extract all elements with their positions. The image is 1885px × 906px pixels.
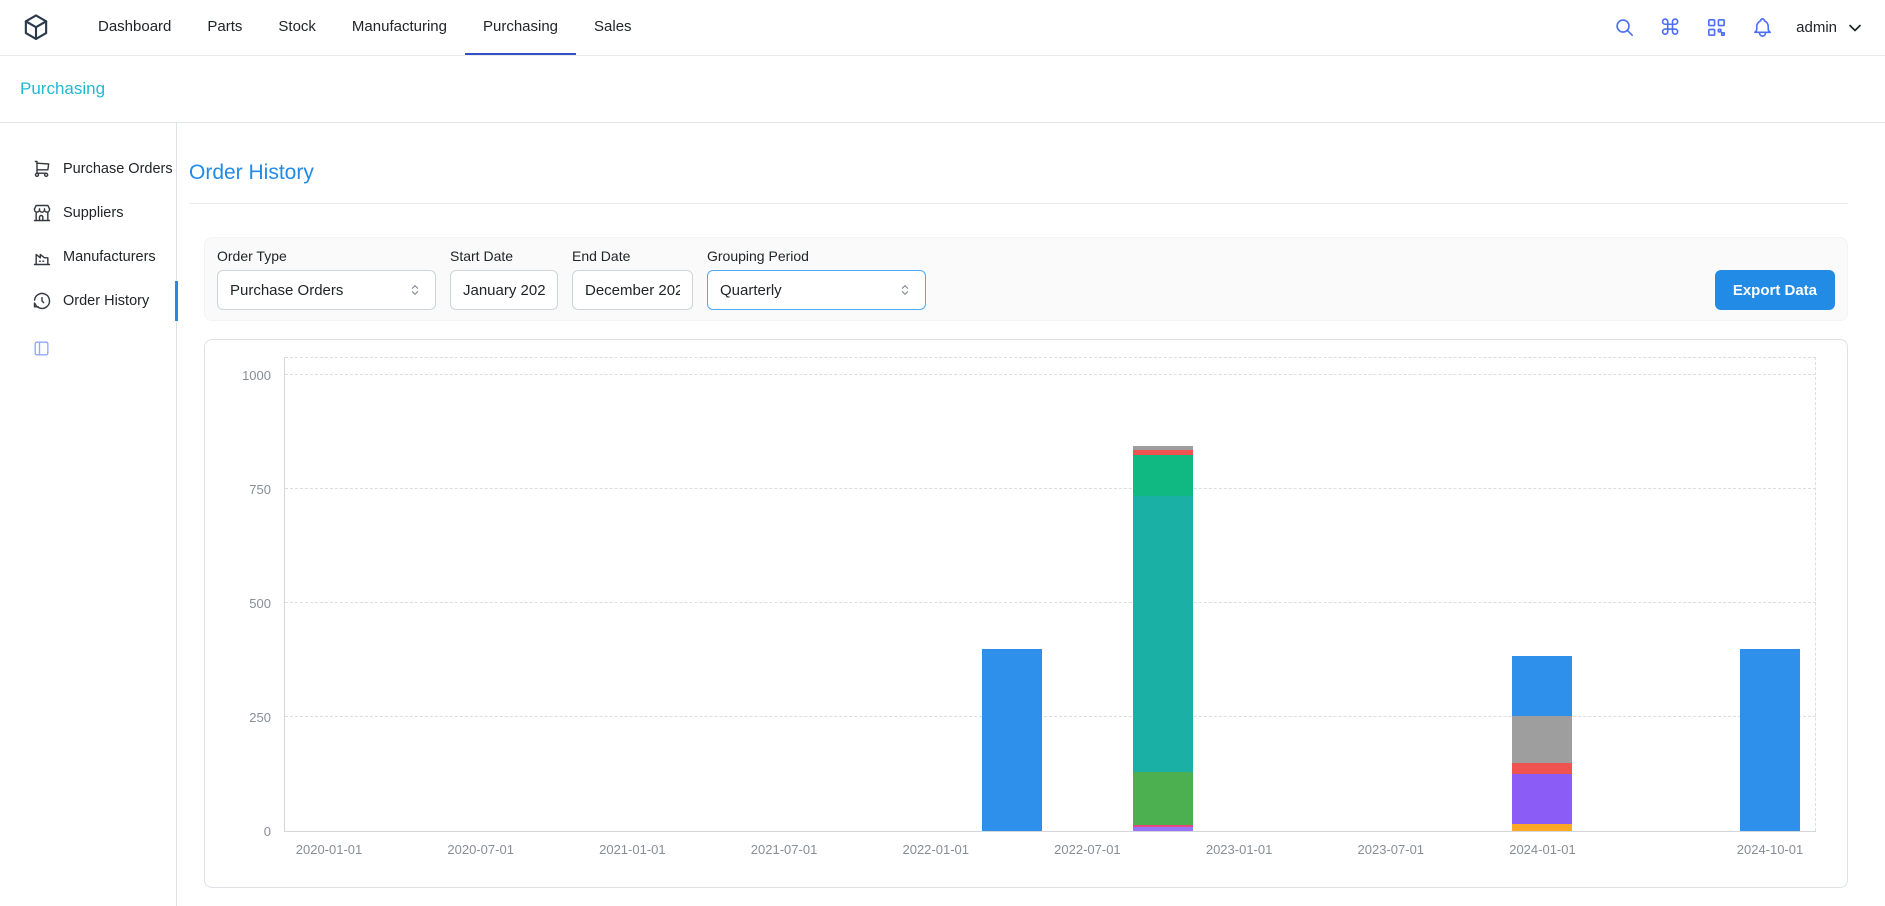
history-icon [32, 291, 52, 311]
x-axis-tick-label: 2021-01-01 [599, 842, 666, 857]
gridline-y-750 [285, 488, 1816, 489]
content: Purchase Orders Suppliers Manufacturers Ord… [0, 123, 1885, 906]
sidebar-item-order-history[interactable]: Order History [0, 279, 176, 323]
notification-bell-icon[interactable] [1750, 16, 1774, 40]
bar-segment [982, 649, 1042, 831]
building-store-icon [32, 203, 52, 223]
x-axis-tick-label: 2022-07-01 [1054, 842, 1121, 857]
shopping-cart-icon [32, 159, 52, 179]
grouping-period-label: Grouping Period [707, 248, 926, 264]
breadcrumb-bar: Purchasing [0, 56, 1885, 123]
filter-end-date: End Date [572, 248, 693, 310]
chart-bar-2024-01-01[interactable] [1512, 656, 1572, 831]
top-navbar: DashboardPartsStockManufacturingPurchasi… [0, 0, 1885, 56]
y-axis-tick-label: 1000 [213, 368, 271, 383]
bar-segment [1512, 716, 1572, 763]
sidebar-item-manufacturers[interactable]: Manufacturers [0, 235, 176, 279]
building-factory-icon [32, 247, 52, 267]
chart-bar-2024-10-01[interactable] [1740, 649, 1800, 831]
app-logo-icon [20, 12, 52, 44]
export-data-button[interactable]: Export Data [1715, 270, 1835, 310]
user-menu[interactable]: admin [1796, 18, 1865, 38]
filter-panel: Order Type Purchase Orders Start Date End D… [204, 237, 1848, 321]
gridline-y-250 [285, 716, 1816, 717]
x-axis-tick-label: 2024-01-01 [1509, 842, 1576, 857]
chart-bar-2022-10-01[interactable] [1133, 446, 1193, 831]
gridline-y-1000 [285, 374, 1816, 375]
bar-segment [1740, 649, 1800, 831]
bar-segment [1133, 496, 1193, 772]
main-panel: Order History Order Type Purchase Orders S… [177, 123, 1885, 906]
plot-top-border [285, 357, 1816, 358]
order-history-chart: 025050075010002020-01-012020-07-012021-0… [284, 357, 1816, 832]
grouping-period-select[interactable]: Quarterly [707, 270, 926, 310]
chart-bar-2022-04-01[interactable] [982, 649, 1042, 831]
bar-segment [1133, 772, 1193, 824]
nav-tabs: DashboardPartsStockManufacturingPurchasi… [80, 0, 650, 55]
bar-segment [1512, 656, 1572, 715]
tab-manufacturing[interactable]: Manufacturing [334, 0, 465, 55]
sidebar-item-suppliers[interactable]: Suppliers [0, 191, 176, 235]
sidebar-item-label: Manufacturers [63, 249, 156, 265]
sidebar-items: Purchase Orders Suppliers Manufacturers Ord… [0, 147, 176, 323]
filter-start-date: Start Date [450, 248, 558, 310]
x-axis-tick-label: 2023-07-01 [1358, 842, 1425, 857]
bar-segment [1512, 763, 1572, 774]
start-date-label: Start Date [450, 248, 558, 264]
bar-segment [1133, 827, 1193, 831]
selector-chevrons-icon [897, 282, 913, 298]
username: admin [1796, 19, 1837, 36]
page: DashboardPartsStockManufacturingPurchasi… [0, 0, 1885, 906]
x-axis-tick-label: 2022-01-01 [902, 842, 969, 857]
selector-chevrons-icon [407, 282, 423, 298]
gridline-y-500 [285, 602, 1816, 603]
filter-grouping-period: Grouping Period Quarterly [707, 248, 926, 310]
page-title: Order History [189, 161, 1848, 185]
end-date-label: End Date [572, 248, 693, 264]
sidebar-item-label: Purchase Orders [63, 161, 173, 177]
x-axis-tick-label: 2023-01-01 [1206, 842, 1273, 857]
grouping-period-value: Quarterly [720, 282, 889, 299]
x-axis-tick-label: 2021-07-01 [751, 842, 818, 857]
x-axis-tick-label: 2020-01-01 [296, 842, 363, 857]
x-axis-tick-label: 2024-10-01 [1737, 842, 1804, 857]
bar-segment [1512, 774, 1572, 824]
y-axis-tick-label: 500 [213, 596, 271, 611]
plot-right-border [1815, 357, 1816, 831]
chart-card: 0 250 500 750 1000 2020-01-01 2020-07-01 2021-0… [204, 339, 1848, 888]
filter-order-type: Order Type Purchase Orders [217, 248, 436, 310]
title-divider [189, 203, 1848, 204]
sidebar-item-purchase-orders[interactable]: Purchase Orders [0, 147, 176, 191]
navbar-actions: ⌘ admin [1612, 16, 1865, 40]
y-axis-tick-label: 0 [213, 824, 271, 839]
sidebar-item-label: Suppliers [63, 205, 123, 221]
start-date-input[interactable] [450, 270, 558, 310]
sidebar-toggle-icon[interactable] [32, 339, 51, 358]
y-axis-tick-label: 750 [213, 482, 271, 497]
bar-segment [1512, 824, 1572, 831]
x-axis-tick-label: 2020-07-01 [447, 842, 514, 857]
tab-dashboard[interactable]: Dashboard [80, 0, 189, 55]
end-date-input[interactable] [572, 270, 693, 310]
app-logo[interactable] [20, 10, 56, 46]
search-icon[interactable] [1612, 16, 1636, 40]
bar-segment [1133, 455, 1193, 496]
tab-parts[interactable]: Parts [189, 0, 260, 55]
command-icon[interactable]: ⌘ [1658, 16, 1682, 40]
order-type-label: Order Type [217, 248, 436, 264]
tab-purchasing[interactable]: Purchasing [465, 0, 576, 55]
order-type-select[interactable]: Purchase Orders [217, 270, 436, 310]
sidebar: Purchase Orders Suppliers Manufacturers Ord… [0, 123, 177, 906]
chevron-down-icon [1845, 18, 1865, 38]
tab-sales[interactable]: Sales [576, 0, 650, 55]
qr-scan-icon[interactable] [1704, 16, 1728, 40]
y-axis-tick-label: 250 [213, 710, 271, 725]
breadcrumb[interactable]: Purchasing [20, 79, 105, 99]
tab-stock[interactable]: Stock [260, 0, 334, 55]
sidebar-item-label: Order History [63, 293, 149, 309]
order-type-value: Purchase Orders [230, 282, 399, 299]
